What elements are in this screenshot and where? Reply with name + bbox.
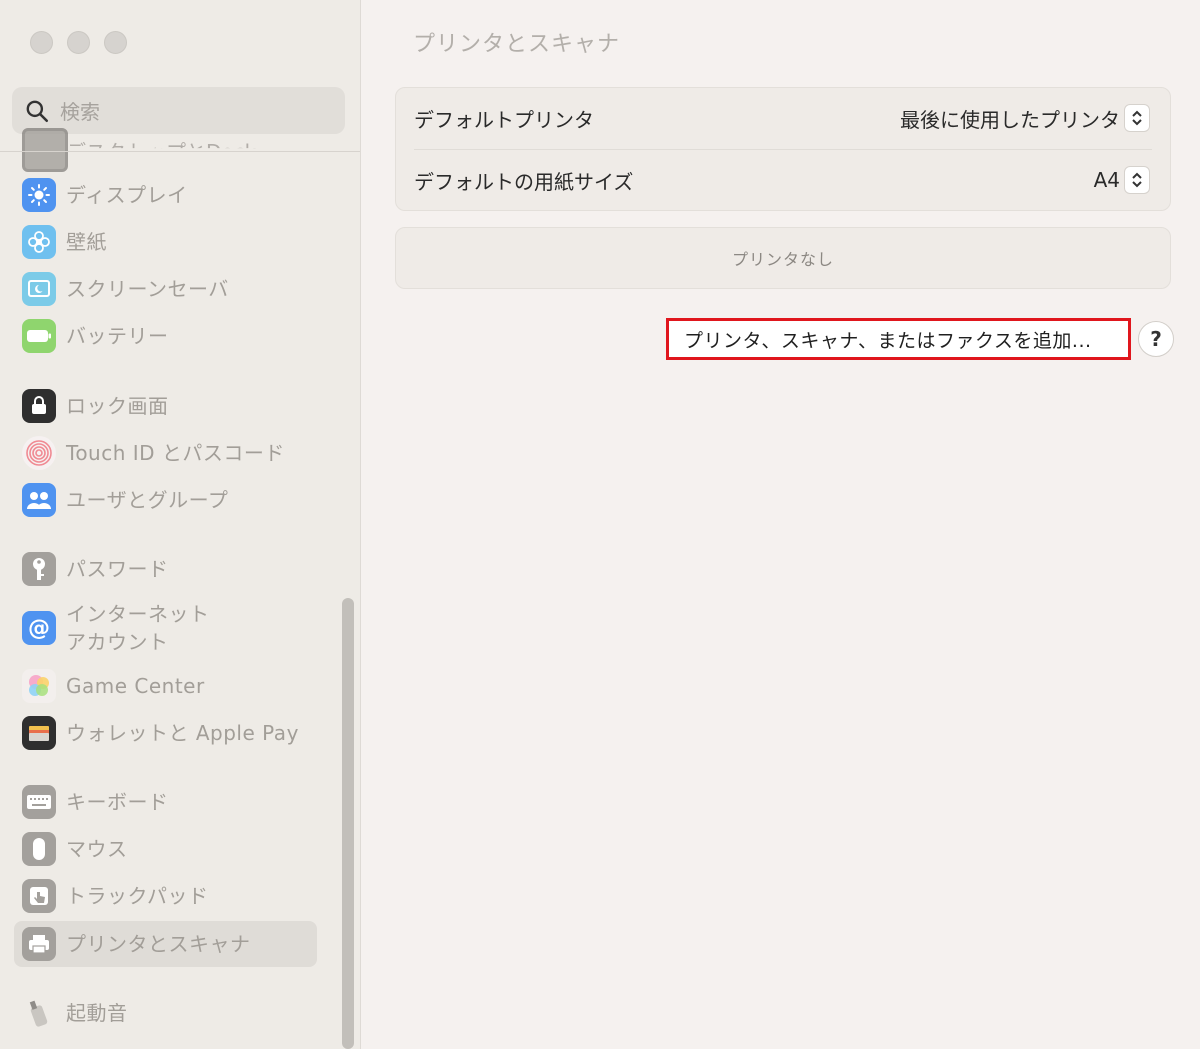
at-icon: @ (22, 611, 56, 645)
default-printer-value[interactable]: 最後に使用したプリンタ (900, 104, 1120, 133)
paper-size-popup-button[interactable] (1124, 166, 1150, 194)
sidebar-item-label: ウォレットと Apple Pay (66, 721, 299, 745)
printer-list: プリンタなし (395, 227, 1171, 289)
sidebar-item-wallet[interactable]: ウォレットと Apple Pay (14, 710, 317, 756)
startup-sound-icon (22, 996, 56, 1030)
sidebar-item-printers-scanners[interactable]: プリンタとスキャナ (14, 921, 317, 967)
sidebar-scrollbar[interactable] (342, 598, 354, 1049)
no-printers-text: プリンタなし (731, 250, 834, 269)
sidebar-item-label: マウス (66, 837, 128, 861)
game-center-icon (22, 669, 56, 703)
sidebar-item-label: Game Center (66, 674, 205, 698)
sidebar-list: ディスプレイ 壁紙 スクリーンセーバ バッテリー ロック画面 Touch ID … (0, 0, 340, 1049)
sidebar: 検索 デスクトップとDock ディスプレイ 壁紙 スクリーンセーバ バッテリー … (0, 0, 361, 1049)
sidebar-item-label: パスワード (66, 557, 169, 581)
sidebar-item-label: ロック画面 (66, 394, 169, 418)
display-icon (22, 178, 56, 212)
sidebar-item-touch-id[interactable]: Touch ID とパスコード (14, 430, 317, 476)
sidebar-item-trackpad[interactable]: トラックパッド (14, 873, 317, 919)
sidebar-item-label: プリンタとスキャナ (66, 932, 251, 956)
sidebar-item-internet-accounts[interactable]: @ インターネット アカウント (14, 598, 317, 658)
main-pane: プリンタとスキャナ デフォルトプリンタ 最後に使用したプリンタ デフォルトの用紙… (361, 0, 1200, 1049)
default-printer-label: デフォルトプリンタ (414, 107, 594, 132)
sidebar-item-game-center[interactable]: Game Center (14, 663, 317, 709)
sidebar-item-mouse[interactable]: マウス (14, 826, 317, 872)
keyboard-icon (22, 785, 56, 819)
printer-settings-card: デフォルトプリンタ 最後に使用したプリンタ デフォルトの用紙サイズ A4 (395, 87, 1171, 211)
sidebar-item-label: ユーザとグループ (66, 488, 229, 512)
chevron-up-down-icon (1132, 110, 1142, 126)
sidebar-item-label: Touch ID とパスコード (66, 441, 285, 465)
key-icon (22, 552, 56, 586)
sidebar-item-label: 起動音 (66, 1001, 128, 1025)
paper-size-row: デフォルトの用紙サイズ A4 (396, 150, 1170, 210)
sidebar-item-label: インターネット アカウント (66, 602, 210, 654)
sidebar-item-passwords[interactable]: パスワード (14, 546, 317, 592)
sidebar-item-battery[interactable]: バッテリー (14, 313, 317, 359)
add-printer-button-label: プリンタ、スキャナ、またはファクスを追加... (684, 329, 1092, 352)
sidebar-item-screensaver[interactable]: スクリーンセーバ (14, 266, 317, 312)
sidebar-item-lock-screen[interactable]: ロック画面 (14, 383, 317, 429)
trackpad-icon (22, 879, 56, 913)
lock-icon (22, 389, 56, 423)
sidebar-item-wallpaper[interactable]: 壁紙 (14, 219, 317, 265)
wallet-icon (22, 716, 56, 750)
printer-icon (22, 927, 56, 961)
paper-size-label: デフォルトの用紙サイズ (414, 169, 634, 194)
default-printer-popup-button[interactable] (1124, 104, 1150, 132)
page-title: プリンタとスキャナ (413, 32, 621, 57)
help-icon: ? (1150, 327, 1162, 351)
wallpaper-icon (22, 225, 56, 259)
sidebar-item-keyboard[interactable]: キーボード (14, 779, 317, 825)
sidebar-item-users-groups[interactable]: ユーザとグループ (14, 477, 317, 523)
paper-size-value[interactable]: A4 (1094, 168, 1120, 192)
add-printer-button[interactable]: プリンタ、スキャナ、またはファクスを追加... (666, 318, 1131, 360)
sidebar-item-label: スクリーンセーバ (66, 277, 229, 301)
sidebar-item-label: ディスプレイ (66, 183, 188, 207)
battery-icon (22, 319, 56, 353)
screensaver-icon (22, 272, 56, 306)
sidebar-item-startup-sound[interactable]: 起動音 (14, 990, 317, 1036)
sidebar-item-display[interactable]: ディスプレイ (14, 172, 317, 218)
sidebar-item-label: キーボード (66, 790, 169, 814)
chevron-up-down-icon (1132, 172, 1142, 188)
sidebar-item-label: バッテリー (66, 324, 169, 348)
default-printer-row: デフォルトプリンタ 最後に使用したプリンタ (396, 88, 1170, 148)
sidebar-item-label: トラックパッド (66, 884, 209, 908)
fingerprint-icon (22, 436, 56, 470)
mouse-icon (22, 832, 56, 866)
users-icon (22, 483, 56, 517)
help-button[interactable]: ? (1138, 321, 1174, 357)
sidebar-item-label: 壁紙 (66, 230, 107, 254)
